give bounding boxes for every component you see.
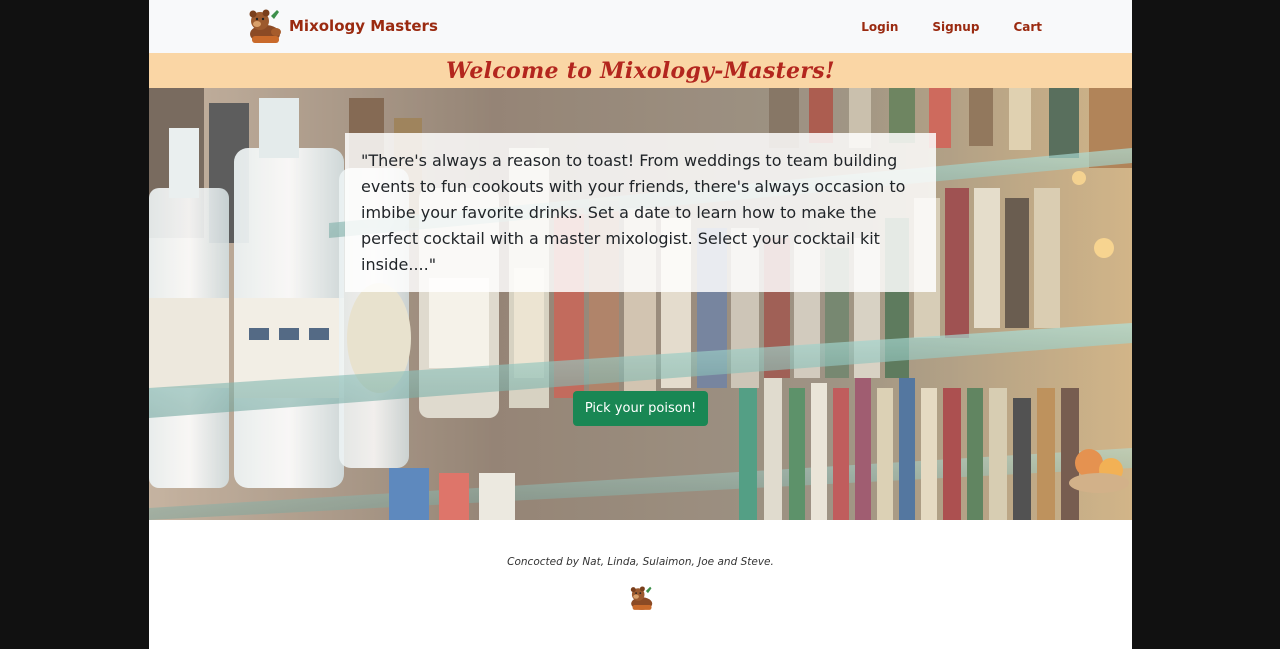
signup-link[interactable]: Signup (932, 20, 979, 34)
bear-mascot-icon (249, 9, 281, 43)
footer-credit: Concocted by Nat, Linda, Sulaimon, Joe a… (507, 556, 774, 568)
cart-link[interactable]: Cart (1013, 20, 1042, 34)
brand-link[interactable]: Mixology Masters (243, 5, 438, 47)
pick-your-poison-button[interactable]: Pick your poison! (573, 391, 708, 426)
hero-section: "There's always a reason to toast! From … (149, 88, 1132, 520)
hero-quote: "There's always a reason to toast! From … (361, 151, 906, 274)
brand-name: Mixology Masters (289, 17, 438, 35)
quote-box: "There's always a reason to toast! From … (345, 133, 936, 292)
welcome-banner: Welcome to Mixology-Masters! (149, 53, 1132, 88)
nav-links: Login Signup Cart (827, 0, 1042, 53)
navbar: Mixology Masters Login Signup Cart (149, 0, 1132, 53)
page: Mixology Masters Login Signup Cart Welco… (149, 0, 1132, 649)
welcome-title: Welcome to Mixology-Masters! (446, 57, 835, 84)
bear-mascot-icon (630, 586, 653, 610)
login-link[interactable]: Login (861, 20, 898, 34)
